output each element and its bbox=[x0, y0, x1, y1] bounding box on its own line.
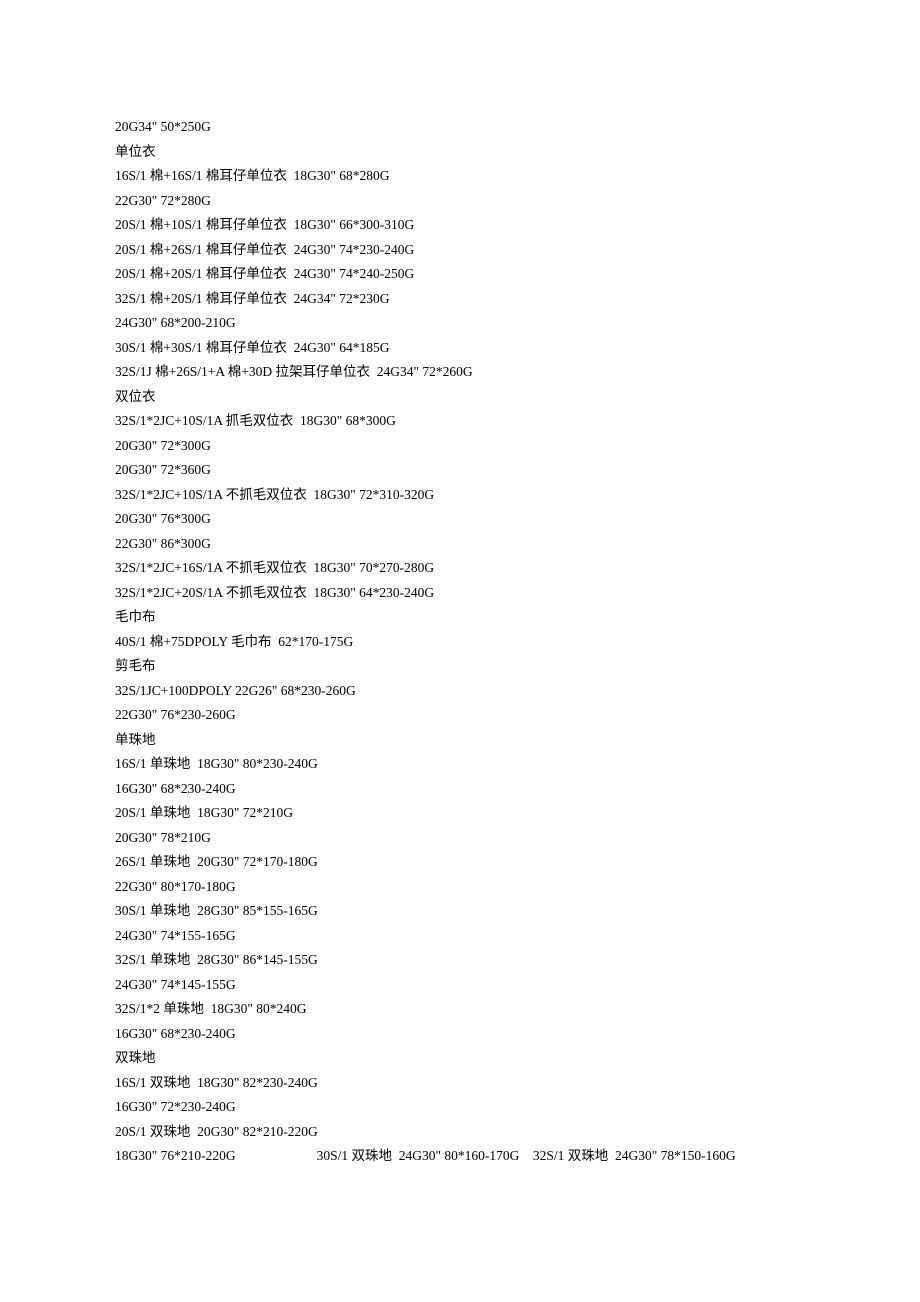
document-page: 20G34" 50*250G单位衣16S/1 棉+16S/1 棉耳仔单位衣 18… bbox=[0, 0, 920, 1209]
text-line: 18G30" 76*210-220G 30S/1 双珠地 24G30" 80*1… bbox=[115, 1144, 805, 1169]
text-line: 20G30" 72*300G bbox=[115, 434, 805, 459]
text-line: 22G30" 86*300G bbox=[115, 532, 805, 557]
text-line: 22G30" 80*170-180G bbox=[115, 875, 805, 900]
text-line: 24G30" 74*145-155G bbox=[115, 973, 805, 998]
text-line: 毛巾布 bbox=[115, 605, 805, 630]
text-line: 16G30" 68*230-240G bbox=[115, 777, 805, 802]
text-line: 20S/1 棉+10S/1 棉耳仔单位衣 18G30" 66*300-310G bbox=[115, 213, 805, 238]
text-line: 32S/1J 棉+26S/1+A 棉+30D 拉架耳仔单位衣 24G34" 72… bbox=[115, 360, 805, 385]
text-line: 32S/1*2JC+20S/1A 不抓毛双位衣 18G30" 64*230-24… bbox=[115, 581, 805, 606]
text-line: 22G30" 72*280G bbox=[115, 189, 805, 214]
text-line: 26S/1 单珠地 20G30" 72*170-180G bbox=[115, 850, 805, 875]
text-line: 22G30" 76*230-260G bbox=[115, 703, 805, 728]
text-line: 32S/1JC+100DPOLY 22G26" 68*230-260G bbox=[115, 679, 805, 704]
text-line: 32S/1 棉+20S/1 棉耳仔单位衣 24G34" 72*230G bbox=[115, 287, 805, 312]
text-line: 20G34" 50*250G bbox=[115, 115, 805, 140]
text-line: 20G30" 76*300G bbox=[115, 507, 805, 532]
text-line: 双位衣 bbox=[115, 385, 805, 410]
text-line: 30S/1 单珠地 28G30" 85*155-165G bbox=[115, 899, 805, 924]
text-line: 20G30" 78*210G bbox=[115, 826, 805, 851]
text-line: 40S/1 棉+75DPOLY 毛巾布 62*170-175G bbox=[115, 630, 805, 655]
text-line: 20S/1 棉+26S/1 棉耳仔单位衣 24G30" 74*230-240G bbox=[115, 238, 805, 263]
text-line: 16S/1 双珠地 18G30" 82*230-240G bbox=[115, 1071, 805, 1096]
text-line: 双珠地 bbox=[115, 1046, 805, 1071]
text-line: 16G30" 68*230-240G bbox=[115, 1022, 805, 1047]
text-line: 单位衣 bbox=[115, 140, 805, 165]
text-line: 24G30" 68*200-210G bbox=[115, 311, 805, 336]
text-line: 16G30" 72*230-240G bbox=[115, 1095, 805, 1120]
text-line: 20S/1 双珠地 20G30" 82*210-220G bbox=[115, 1120, 805, 1145]
text-line: 32S/1*2JC+10S/1A 抓毛双位衣 18G30" 68*300G bbox=[115, 409, 805, 434]
text-line: 32S/1*2 单珠地 18G30" 80*240G bbox=[115, 997, 805, 1022]
text-line: 剪毛布 bbox=[115, 654, 805, 679]
text-line: 30S/1 棉+30S/1 棉耳仔单位衣 24G30" 64*185G bbox=[115, 336, 805, 361]
text-line: 16S/1 单珠地 18G30" 80*230-240G bbox=[115, 752, 805, 777]
text-line: 20S/1 棉+20S/1 棉耳仔单位衣 24G30" 74*240-250G bbox=[115, 262, 805, 287]
text-line: 20S/1 单珠地 18G30" 72*210G bbox=[115, 801, 805, 826]
text-line: 24G30" 74*155-165G bbox=[115, 924, 805, 949]
text-line: 20G30" 72*360G bbox=[115, 458, 805, 483]
text-line: 32S/1*2JC+16S/1A 不抓毛双位衣 18G30" 70*270-28… bbox=[115, 556, 805, 581]
text-line: 32S/1*2JC+10S/1A 不抓毛双位衣 18G30" 72*310-32… bbox=[115, 483, 805, 508]
text-line: 16S/1 棉+16S/1 棉耳仔单位衣 18G30" 68*280G bbox=[115, 164, 805, 189]
text-line: 32S/1 单珠地 28G30" 86*145-155G bbox=[115, 948, 805, 973]
text-line: 单珠地 bbox=[115, 728, 805, 753]
